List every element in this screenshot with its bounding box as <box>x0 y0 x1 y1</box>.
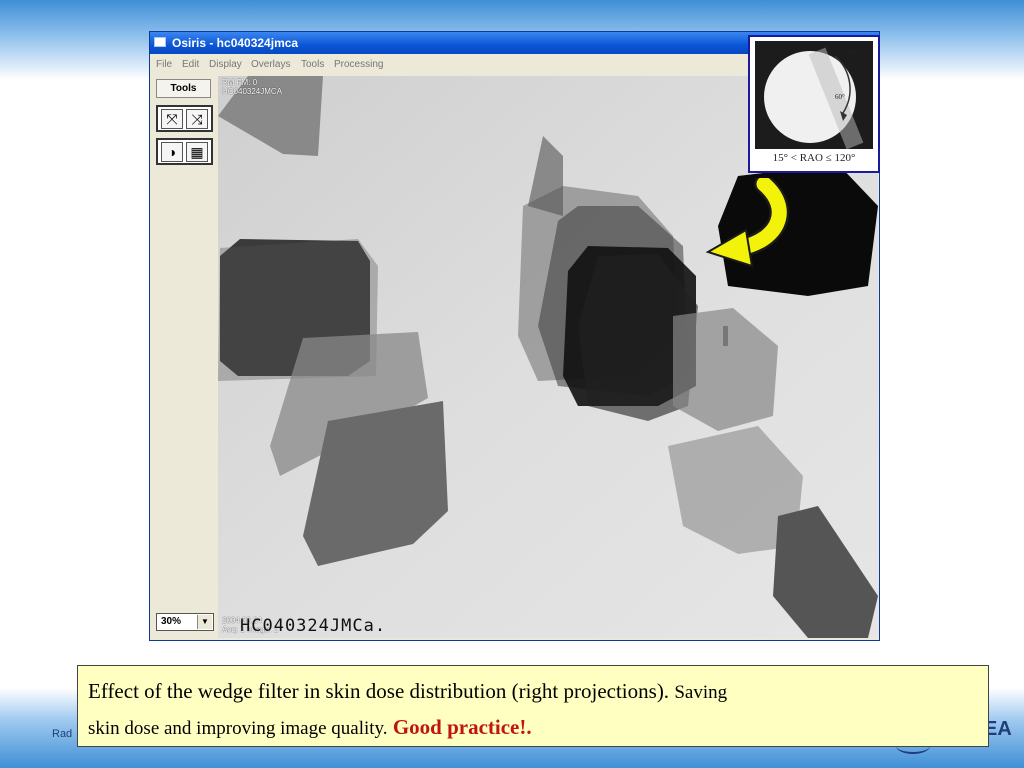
menu-tools[interactable]: Tools <box>301 59 324 70</box>
caption-sub-b: skin dose and improving image quality. <box>88 718 388 739</box>
tools-panel: Tools ⤧ ⤨ ◑ ▦ 30% ▼ <box>153 76 215 638</box>
overlay-top-line-2: HC040324JMCA <box>222 87 283 96</box>
inset-photo: 105° 60° <box>755 41 873 150</box>
fit-window-icon[interactable]: ⤧ <box>161 109 183 129</box>
caption-main: Effect of the wedge filter in skin dose … <box>88 679 670 703</box>
tool-row-contrast: ◑ ▦ <box>156 138 213 165</box>
footer-left-text: Rad <box>52 728 73 740</box>
inset-caption: 15° < RAO ≤ 120° <box>772 152 856 164</box>
tool-row-fit: ⤧ ⤨ <box>156 105 213 132</box>
overlay-top: RM FM: 0 HC040324JMCA <box>222 78 282 96</box>
window-title: Osiris - hc040324jmca <box>172 36 299 50</box>
actual-size-icon[interactable]: ⤨ <box>186 109 208 129</box>
tools-button[interactable]: Tools <box>156 79 211 98</box>
invert-icon[interactable]: ▦ <box>186 142 208 162</box>
window-icon <box>154 37 166 47</box>
caption-highlight: Good practice!. <box>392 715 532 739</box>
chevron-down-icon[interactable]: ▼ <box>197 615 212 629</box>
menu-file[interactable]: File <box>156 59 172 70</box>
inset-marker-top: 105° <box>847 48 862 57</box>
angle-diagram-icon: 105° 60° <box>755 41 873 150</box>
inset-marker-mid: 60° <box>835 93 845 101</box>
menu-processing[interactable]: Processing <box>334 59 383 70</box>
yellow-arrow-icon <box>705 178 790 268</box>
inset-angle-diagram: 105° 60° 15° < RAO ≤ 120° <box>748 35 880 173</box>
zoom-select[interactable]: 30% ▼ <box>156 613 214 631</box>
zoom-value: 30% <box>161 616 182 627</box>
menu-display[interactable]: Display <box>209 59 242 70</box>
overlay-top-line-1: RM FM: 0 <box>222 78 258 87</box>
caption-sub-a: Saving <box>674 682 728 703</box>
menu-edit[interactable]: Edit <box>182 59 199 70</box>
menu-overlays[interactable]: Overlays <box>251 59 290 70</box>
caption-box: Effect of the wedge filter in skin dose … <box>77 665 989 747</box>
handwritten-film-label: HC040324JMCa. <box>240 616 387 636</box>
contrast-icon[interactable]: ◑ <box>161 142 183 162</box>
